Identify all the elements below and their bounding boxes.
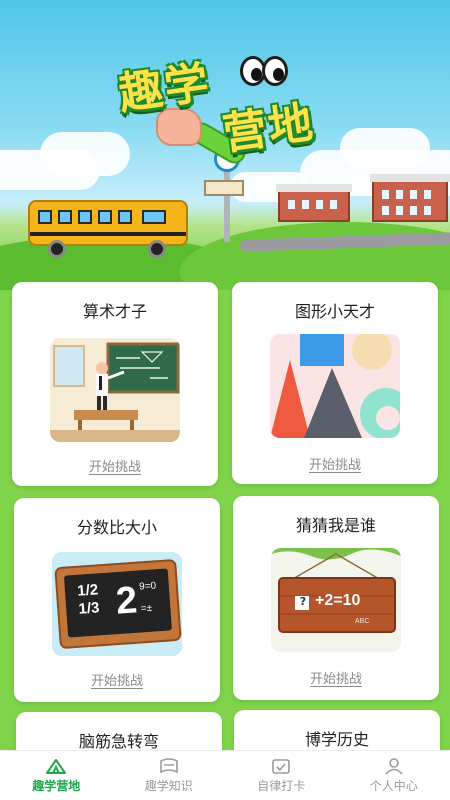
camp-icon (46, 759, 67, 774)
tab-label: 个人中心 (369, 779, 418, 793)
wooden-sign-image: ? +2=10 ABC (271, 548, 401, 652)
game-card-fractions[interactable]: 分数比大小 1/2 1/3 2 9=0 =± 开始挑战 (14, 498, 220, 702)
teacher-classroom-image (50, 338, 180, 442)
card-title: 博学历史 (304, 730, 369, 749)
start-challenge-button[interactable]: 开始挑战 (12, 456, 218, 475)
hero-title-line2: 营地 (219, 96, 318, 161)
fraction-chalkboard-image: 1/2 1/3 2 9=0 =± (52, 552, 182, 656)
hero-title-line1: 趣学 (115, 56, 214, 121)
app-logo-title: 趣学 营地 (116, 52, 348, 162)
board-big-number: 2 (114, 579, 139, 623)
game-card-arithmetic[interactable]: 算术才子 开始挑战 (12, 282, 218, 486)
game-card-shapes[interactable]: 图形小天才 开始挑战 (232, 282, 438, 484)
board-fraction-2: 1/3 (78, 599, 101, 618)
school-bus-illustration (28, 200, 188, 258)
bottom-tab-bar: 趣学营地 趣学知识 自律打卡 个人中心 (0, 750, 450, 800)
board-note-2: =± (140, 602, 153, 615)
tab-profile[interactable]: 个人中心 (338, 751, 450, 800)
cartoon-eyes-icon (240, 56, 288, 90)
sign-equation: +2=10 (315, 592, 361, 609)
user-icon (385, 758, 403, 775)
start-challenge-button[interactable]: 开始挑战 (14, 670, 220, 689)
tab-knowledge[interactable]: 趣学知识 (113, 751, 226, 800)
tab-checkin[interactable]: 自律打卡 (225, 751, 338, 800)
card-title: 分数比大小 (76, 518, 157, 537)
calendar-check-icon (272, 759, 291, 774)
card-title: 脑筋急转弯 (78, 732, 159, 751)
tab-label: 趣学知识 (144, 779, 193, 793)
sign-footer: ABC (355, 618, 370, 625)
card-title: 图形小天才 (294, 302, 375, 321)
board-note-1: 9=0 (138, 580, 157, 593)
tab-label: 趣学营地 (32, 779, 81, 793)
book-icon (159, 758, 178, 774)
tab-label: 自律打卡 (257, 779, 306, 793)
start-challenge-button[interactable]: 开始挑战 (232, 454, 438, 473)
sign-question-box: ? (299, 595, 307, 608)
shapes-image (270, 334, 400, 438)
tab-camp[interactable]: 趣学营地 (0, 751, 113, 800)
card-title: 猜猜我是谁 (295, 516, 376, 535)
hero-banner: 趣学 营地 (0, 0, 450, 290)
board-fraction-1: 1/2 (76, 581, 99, 600)
card-title: 算术才子 (82, 302, 147, 321)
start-challenge-button[interactable]: 开始挑战 (233, 668, 439, 687)
game-card-guess-who[interactable]: 猜猜我是谁 ? +2=10 ABC 开始挑战 (233, 496, 439, 700)
